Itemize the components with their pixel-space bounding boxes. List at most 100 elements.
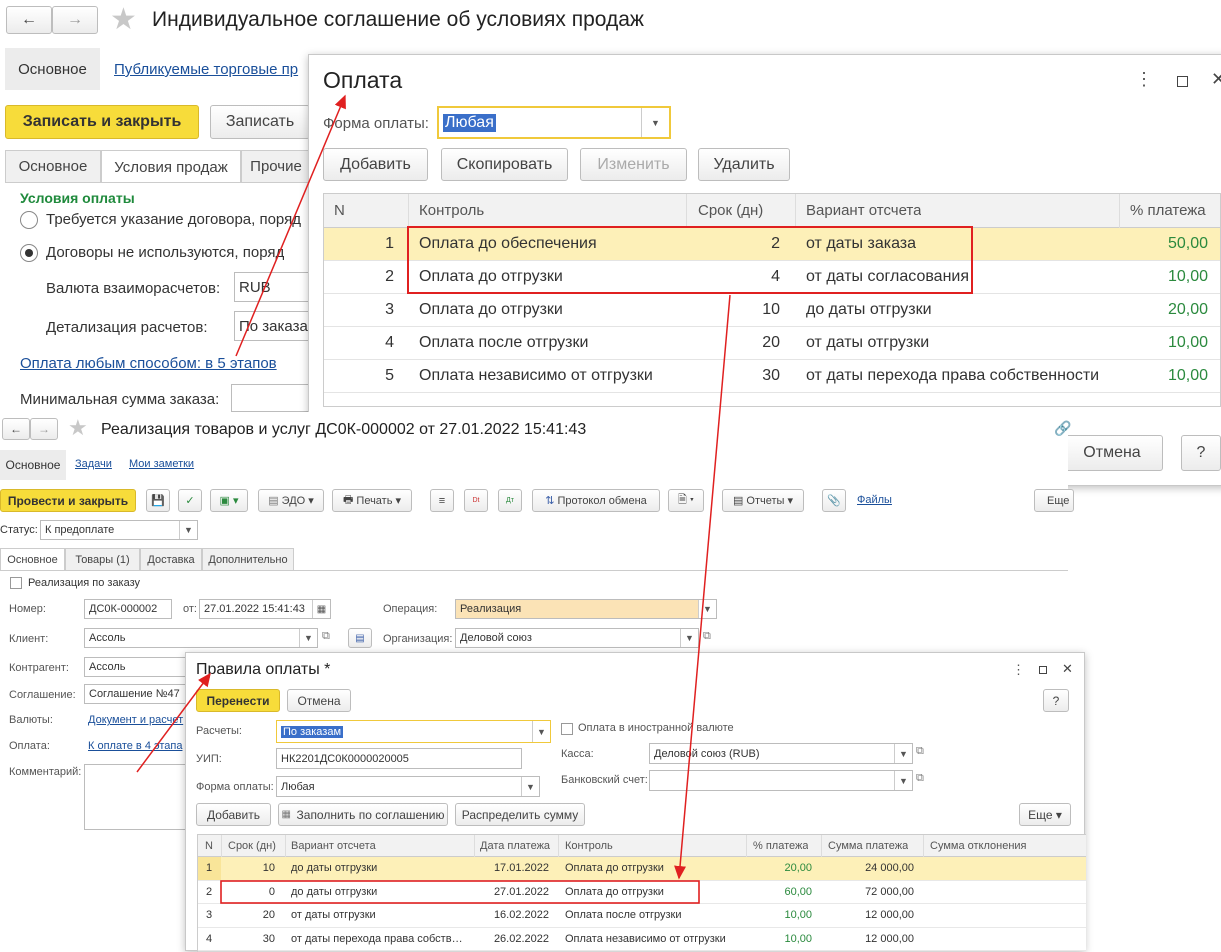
chevron-down-icon[interactable]: ▼	[299, 629, 317, 647]
post-close-button[interactable]: Провести и закрыть	[0, 489, 136, 512]
doc-tab-goods[interactable]: Товары (1)	[65, 548, 140, 570]
uip-field[interactable]: НК2201ДС0К0000020005	[276, 748, 522, 769]
radio-contract-required[interactable]	[20, 211, 38, 229]
forward-button[interactable]: →	[52, 6, 98, 34]
contractor-field[interactable]: Ассоль	[84, 657, 194, 677]
foreign-currency-checkbox[interactable]	[561, 723, 573, 735]
cancel-button[interactable]: Отмена	[1061, 435, 1163, 471]
chevron-down-icon[interactable]: ▼	[532, 721, 550, 742]
payment-stages-link[interactable]: Оплата любым способом: в 5 этапов	[20, 355, 277, 372]
fill-button[interactable]: ▦ Заполнить по соглашению	[278, 803, 448, 826]
doc-tab-additional[interactable]: Дополнительно	[202, 548, 294, 570]
chevron-down-icon[interactable]: ▼	[521, 777, 539, 796]
client-field[interactable]: Ассоль ▼	[84, 628, 318, 648]
doc-favorite-star-icon[interactable]: ★	[68, 415, 88, 441]
nav-main[interactable]: Основное	[5, 48, 100, 90]
files-link[interactable]: Файлы	[857, 494, 892, 506]
bank-open-icon[interactable]: ⧉	[916, 772, 924, 785]
rules-add-button[interactable]: Добавить	[196, 803, 271, 826]
rcol-sum[interactable]: Сумма платежа	[828, 840, 908, 852]
cash-field[interactable]: Деловой союз (RUB) ▼	[649, 743, 913, 764]
table-row[interactable]: 1 Оплата до обеспечения 2 от даты заказа 50,…	[324, 228, 1220, 261]
rcol-pct[interactable]: % платежа	[753, 840, 808, 852]
rules-cancel-button[interactable]: Отмена	[287, 689, 351, 712]
table-row[interactable]: 1 10 до даты отгрузки 17.01.2022 Оплата до о…	[198, 857, 1086, 881]
post-icon[interactable]: ✓	[178, 489, 202, 512]
back-button[interactable]: ←	[6, 6, 52, 34]
table-row[interactable]: 2 0 до даты отгрузки 27.01.2022 Оплата до от…	[198, 880, 1086, 904]
reports-button[interactable]: ▤ Отчеты ▾	[722, 489, 804, 512]
link-icon[interactable]: 🔗	[1054, 420, 1071, 437]
status-field[interactable]: К предоплате ▼	[40, 520, 198, 540]
currency-field[interactable]: RUB	[234, 272, 314, 302]
doc-tab-main[interactable]: Основное	[0, 548, 65, 571]
doc-nav-notes[interactable]: Мои заметки	[129, 458, 194, 470]
chevron-down-icon[interactable]: ▼	[894, 771, 912, 790]
rcol-date[interactable]: Дата платежа	[480, 840, 550, 852]
currency-link[interactable]: Документ и расчет	[88, 714, 183, 726]
tab-other[interactable]: Прочие	[241, 150, 311, 182]
attach-doc-icon[interactable]: 🗎 ▾	[668, 489, 704, 512]
rcol-variant[interactable]: Вариант отсчета	[291, 840, 376, 852]
dtkt-icon[interactable]: Dt	[464, 489, 488, 512]
chevron-down-icon[interactable]: ▼	[698, 600, 716, 618]
favorite-star-icon[interactable]: ★	[110, 2, 137, 37]
rules-more-menu-icon[interactable]: ⋮	[1012, 662, 1025, 678]
rules-more-button[interactable]: Еще ▾	[1019, 803, 1071, 826]
edit-button[interactable]: Изменить	[580, 148, 687, 181]
save-icon[interactable]: 💾	[146, 489, 170, 512]
col-control[interactable]: Контроль	[419, 202, 484, 219]
rcol-control[interactable]: Контроль	[565, 840, 613, 852]
maximize-icon[interactable]	[1177, 76, 1188, 87]
col-days[interactable]: Срок (дн)	[698, 202, 763, 219]
close-icon[interactable]: ✕	[1211, 69, 1221, 90]
transfer-button[interactable]: Перенести	[196, 689, 280, 712]
open-icon[interactable]: ⧉	[322, 630, 330, 643]
table-row[interactable]: 2 Оплата до отгрузки 4 от даты согласования…	[324, 261, 1220, 294]
org-open-icon[interactable]: ⧉	[703, 630, 711, 643]
rules-close-icon[interactable]: ✕	[1062, 661, 1073, 677]
rcol-days[interactable]: Срок (дн)	[228, 840, 276, 852]
by-order-checkbox[interactable]	[10, 577, 22, 589]
radio-no-contracts[interactable]	[20, 244, 38, 262]
tab-sales-conditions[interactable]: Условия продаж	[101, 150, 241, 183]
payment-stages-link[interactable]: К оплате в 4 этапа	[88, 740, 182, 752]
table-row[interactable]: 3 20 от даты отгрузки 16.02.2022 Оплата посл…	[198, 904, 1086, 928]
col-pct[interactable]: % платежа	[1130, 202, 1206, 219]
calendar-icon[interactable]: ▦	[312, 600, 330, 618]
rcol-n[interactable]: N	[205, 840, 213, 852]
operation-field[interactable]: Реализация ▼	[455, 599, 717, 619]
col-n[interactable]: N	[334, 202, 345, 219]
org-field[interactable]: Деловой союз ▼	[455, 628, 699, 648]
agreement-field[interactable]: Соглашение №47	[84, 684, 194, 704]
tab-main[interactable]: Основное	[5, 150, 101, 182]
cash-open-icon[interactable]: ⧉	[916, 745, 924, 758]
create-based-icon[interactable]: ▣ ▾	[210, 489, 248, 512]
payment-form-field[interactable]: Любая ▼	[437, 106, 671, 139]
rules-form-field[interactable]: Любая ▼	[276, 776, 540, 797]
card-icon[interactable]: ▤	[348, 628, 372, 648]
doc-nav-tasks[interactable]: Задачи	[75, 458, 112, 470]
chevron-down-icon[interactable]: ▼	[641, 108, 669, 137]
chevron-down-icon[interactable]: ▼	[894, 744, 912, 763]
doc-back-button[interactable]: ←	[2, 418, 30, 440]
print-button[interactable]: 🖶 Печать ▾	[332, 489, 412, 512]
doc-more-button[interactable]: Еще	[1034, 489, 1074, 512]
min-sum-field[interactable]	[231, 384, 311, 412]
table-row[interactable]: 5 Оплата независимо от отгрузки 30 от даты …	[324, 360, 1220, 393]
bank-field[interactable]: ▼	[649, 770, 913, 791]
nav-link-published[interactable]: Публикуемые торговые пр	[114, 61, 298, 78]
comment-field[interactable]	[84, 764, 194, 830]
copy-button[interactable]: Скопировать	[441, 148, 568, 181]
delete-button[interactable]: Удалить	[698, 148, 790, 181]
edo-button[interactable]: ▤ ЭДО ▾	[258, 489, 324, 512]
save-button[interactable]: Записать	[210, 105, 310, 139]
dtkt-alt-icon[interactable]: Дт	[498, 489, 522, 512]
settle-field[interactable]: По заказам ▼	[276, 720, 551, 743]
paperclip-icon[interactable]: 📎	[822, 489, 846, 512]
table-row[interactable]: 4 Оплата после отгрузки 20 от даты отгрузки…	[324, 327, 1220, 360]
help-button[interactable]: ?	[1181, 435, 1221, 471]
table-row[interactable]: 4 30 от даты перехода права собств… 26.02.2…	[198, 927, 1086, 951]
date-field[interactable]: 27.01.2022 15:41:43 ▦	[199, 599, 331, 619]
protocol-button[interactable]: ⇅ Протокол обмена	[532, 489, 660, 512]
